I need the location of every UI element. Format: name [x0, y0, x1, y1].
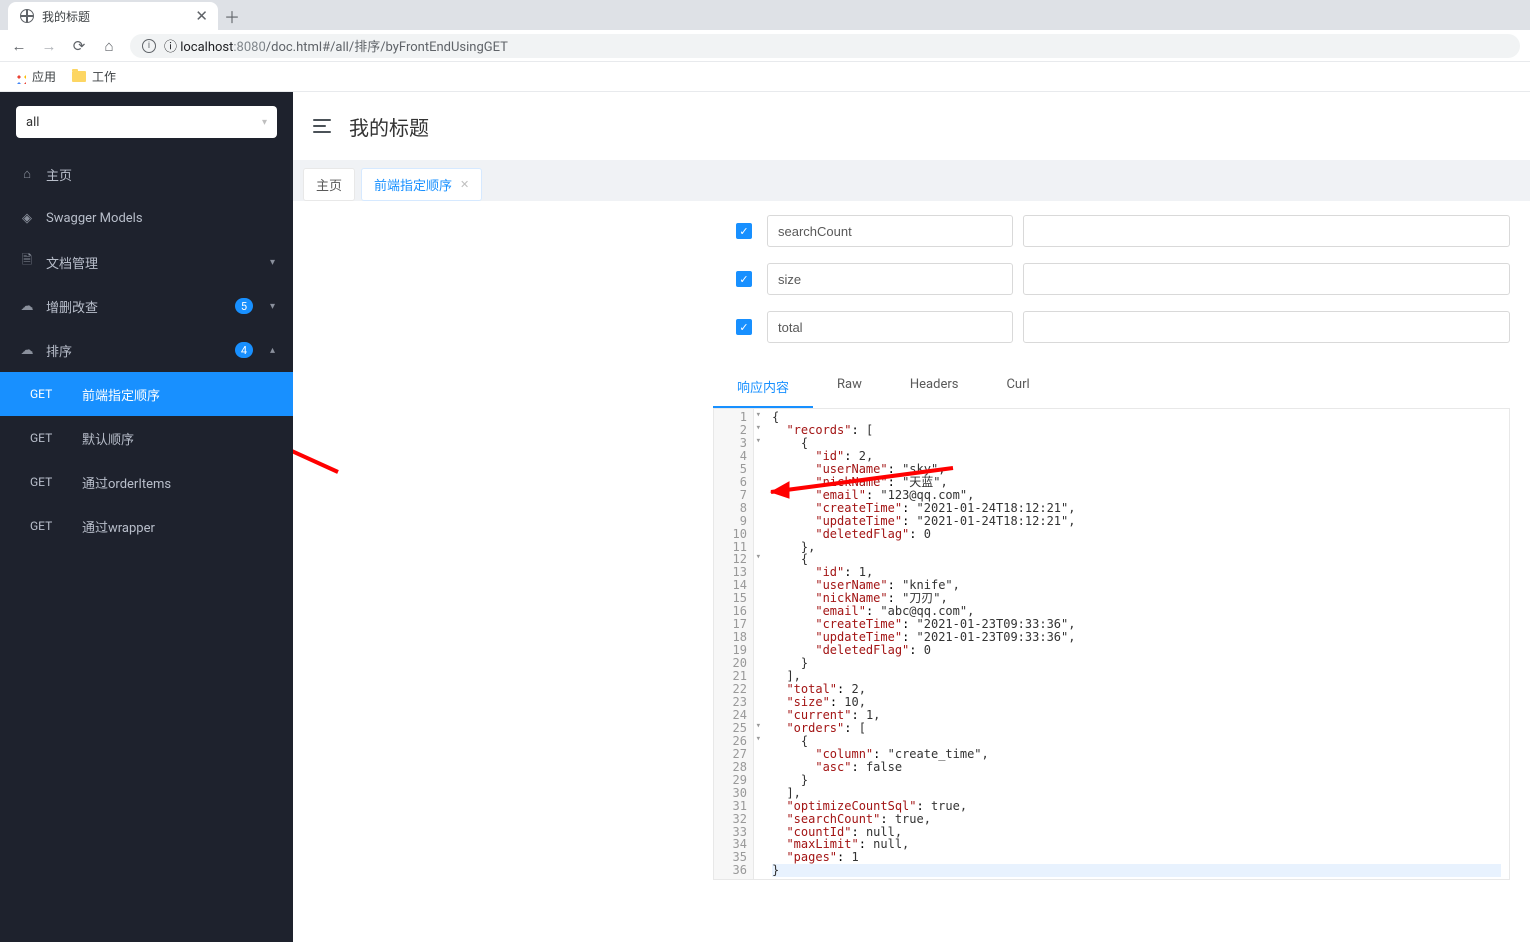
- sidebar-subitem[interactable]: GET 通过wrapper: [0, 504, 293, 548]
- new-tab-button[interactable]: ＋: [218, 2, 246, 30]
- browser-tab[interactable]: 我的标题 ✕: [8, 2, 218, 30]
- subitem-label: 前端指定顺序: [82, 385, 160, 404]
- param-checkbox[interactable]: ✓: [736, 319, 752, 335]
- param-name-input[interactable]: [767, 311, 1013, 343]
- tab-title: 我的标题: [42, 8, 90, 25]
- spec-select[interactable]: all ▾: [16, 106, 277, 138]
- reload-button[interactable]: ⟳: [70, 37, 88, 55]
- method-label: GET: [30, 475, 60, 489]
- url-host: ⓘ localhost: [164, 40, 233, 55]
- main-header: 我的标题: [293, 92, 1530, 160]
- subitem-label: 通过wrapper: [82, 517, 155, 536]
- url-input[interactable]: i ⓘ localhost:8080/doc.html#/all/排序/byFr…: [130, 34, 1520, 58]
- folder-icon: [72, 71, 86, 82]
- collapse-sidebar-button[interactable]: [313, 119, 331, 133]
- main-content: 我的标题 主页 前端指定顺序 ✕ ✓ ✓ ✓ 响应内容 Raw Headers Cu…: [293, 92, 1530, 942]
- param-value-input[interactable]: [1023, 215, 1510, 247]
- subitem-label: 默认顺序: [82, 429, 134, 448]
- resp-tab-curl[interactable]: Curl: [982, 367, 1053, 408]
- close-icon[interactable]: ✕: [460, 178, 469, 191]
- method-label: GET: [30, 431, 60, 445]
- param-value-input[interactable]: [1023, 311, 1510, 343]
- sidebar-item-crud[interactable]: ☁ 增删改查 5 ▾: [0, 284, 293, 328]
- param-name-input[interactable]: [767, 263, 1013, 295]
- sidebar-subitem[interactable]: GET 前端指定顺序: [0, 372, 293, 416]
- sidebar-item-doc-manage[interactable]: 🗎 文档管理 ▾: [0, 240, 293, 284]
- address-toolbar: ← → ⟳ ⌂ i ⓘ localhost:8080/doc.html#/all…: [0, 30, 1530, 62]
- close-icon[interactable]: ✕: [195, 7, 208, 25]
- home-icon: ⌂: [20, 166, 34, 182]
- url-path: /doc.html#/all/排序/byFrontEndUsingGET: [266, 40, 508, 55]
- param-row: ✓: [693, 255, 1530, 303]
- site-info-icon[interactable]: i: [142, 39, 156, 53]
- count-badge: 4: [235, 342, 253, 358]
- subitem-label: 通过orderItems: [82, 473, 171, 492]
- spec-select-value: all: [26, 115, 39, 130]
- code-body[interactable]: { "records": [ { "id": 2, "userName": "s…: [754, 409, 1509, 879]
- sidebar-subitem[interactable]: GET 通过orderItems: [0, 460, 293, 504]
- globe-icon: [20, 9, 34, 23]
- page-title: 我的标题: [349, 112, 429, 141]
- param-checkbox[interactable]: ✓: [736, 223, 752, 239]
- cloud-icon: ☁: [20, 343, 34, 358]
- home-button[interactable]: ⌂: [100, 37, 118, 55]
- params-table: ✓ ✓ ✓: [293, 201, 1530, 351]
- resp-tab-raw[interactable]: Raw: [813, 367, 886, 408]
- param-row: ✓: [693, 207, 1530, 255]
- code-gutter: 1234567891011121314151617181920212223242…: [714, 409, 754, 879]
- sidebar-item-swagger-models[interactable]: ◈ Swagger Models: [0, 196, 293, 240]
- apps-bookmark[interactable]: 应用: [12, 68, 56, 85]
- back-button[interactable]: ←: [10, 37, 28, 55]
- param-value-input[interactable]: [1023, 263, 1510, 295]
- model-icon: ◈: [20, 211, 34, 226]
- cloud-icon: ☁: [20, 299, 34, 314]
- method-label: GET: [30, 387, 60, 401]
- response-tabs: 响应内容 Raw Headers Curl: [293, 351, 1530, 408]
- chevron-down-icon: ▾: [262, 117, 267, 128]
- param-name-input[interactable]: [767, 215, 1013, 247]
- tab-home[interactable]: 主页: [303, 168, 355, 201]
- count-badge: 5: [235, 298, 253, 314]
- doc-tabs: 主页 前端指定顺序 ✕: [293, 160, 1530, 201]
- sidebar: all ▾ ⌂ 主页 ◈ Swagger Models 🗎 文档管理 ▾ ☁ 增…: [0, 92, 293, 942]
- chevron-down-icon: ▾: [270, 257, 275, 268]
- param-row: ✓: [693, 303, 1530, 351]
- chevron-up-icon: ▴: [270, 345, 275, 356]
- doc-icon: 🗎: [20, 251, 34, 273]
- sidebar-subitem[interactable]: GET 默认顺序: [0, 416, 293, 460]
- work-bookmark[interactable]: 工作: [72, 68, 116, 85]
- sidebar-item-sort[interactable]: ☁ 排序 4 ▴: [0, 328, 293, 372]
- tab-active[interactable]: 前端指定顺序 ✕: [361, 168, 482, 201]
- resp-tab-content[interactable]: 响应内容: [713, 367, 813, 408]
- apps-icon: [12, 70, 26, 84]
- bookmarks-bar: 应用 工作: [0, 62, 1530, 92]
- chevron-down-icon: ▾: [270, 301, 275, 312]
- method-label: GET: [30, 519, 60, 533]
- browser-tabstrip: 我的标题 ✕ ＋: [0, 0, 1530, 30]
- param-checkbox[interactable]: ✓: [736, 271, 752, 287]
- response-code: 1234567891011121314151617181920212223242…: [713, 408, 1510, 880]
- sidebar-item-home[interactable]: ⌂ 主页: [0, 152, 293, 196]
- forward-button[interactable]: →: [40, 37, 58, 55]
- resp-tab-headers[interactable]: Headers: [886, 367, 983, 408]
